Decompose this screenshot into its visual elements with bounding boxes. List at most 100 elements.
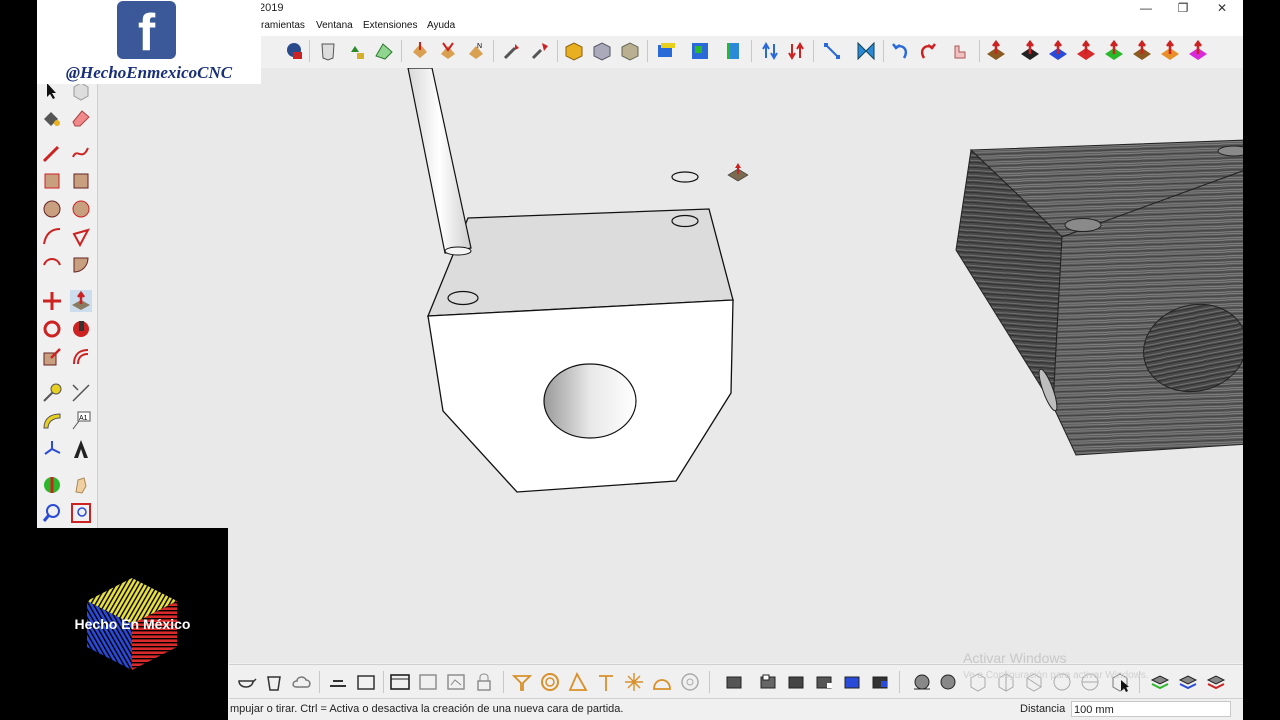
sandbox-icon[interactable] [373, 40, 395, 62]
cube-e-icon[interactable] [841, 671, 863, 693]
camera-b-icon[interactable] [437, 40, 459, 62]
wood-block-model[interactable] [955, 139, 1243, 456]
paint-bucket-icon[interactable] [41, 107, 63, 129]
camera-c-icon[interactable]: N [465, 40, 487, 62]
circle-icon[interactable] [41, 198, 63, 220]
box-yellow-icon[interactable] [563, 40, 585, 62]
close-button[interactable]: ✕ [1203, 0, 1241, 18]
box-gray-icon[interactable] [591, 40, 613, 62]
component-icon[interactable] [283, 40, 305, 62]
toolbar-separator [557, 40, 558, 62]
window3-icon[interactable] [445, 671, 467, 693]
undo-icon[interactable] [889, 40, 911, 62]
axis-blue-icon[interactable] [1047, 40, 1069, 62]
flip-icon[interactable] [855, 40, 877, 62]
rotate-icon[interactable] [41, 318, 63, 340]
camera-a-icon[interactable] [409, 40, 431, 62]
arc3-icon[interactable] [41, 254, 63, 276]
box-shaded-icon[interactable] [619, 40, 641, 62]
push-pull-icon[interactable] [70, 290, 92, 312]
redo-icon[interactable] [917, 40, 939, 62]
eraser-3d-icon[interactable] [317, 40, 339, 62]
brand-text: Hecho En México [74, 616, 191, 632]
measurement-input[interactable]: 100 mm [1071, 701, 1231, 717]
triangle-icon[interactable] [567, 671, 589, 693]
pencil-icon[interactable] [41, 142, 63, 164]
menu-herramientas[interactable]: ramientas [261, 20, 305, 31]
restore-button[interactable]: ❐ [1164, 0, 1202, 18]
pie-icon[interactable] [70, 226, 92, 248]
window-icon[interactable] [389, 671, 411, 693]
cube-d-icon[interactable] [813, 671, 835, 693]
scale-icon[interactable] [821, 40, 843, 62]
hand-icon[interactable] [949, 40, 971, 62]
polygon-icon[interactable] [70, 198, 92, 220]
follow-me-icon[interactable] [70, 318, 92, 340]
move-icon[interactable] [41, 290, 63, 312]
sphere-icon[interactable] [911, 671, 933, 693]
text-icon[interactable]: A1 [70, 410, 92, 432]
axis-green-icon[interactable] [1103, 40, 1125, 62]
offset-icon[interactable] [70, 346, 92, 368]
axis-black-icon[interactable] [1019, 40, 1041, 62]
stack-a-icon[interactable] [1149, 671, 1171, 693]
3d-text-icon[interactable] [70, 438, 92, 460]
funnel-icon[interactable] [511, 671, 533, 693]
cube-b-icon[interactable] [757, 671, 779, 693]
toolbar-separator [813, 40, 814, 62]
lock-icon[interactable] [473, 671, 495, 693]
cube-a-icon[interactable] [723, 671, 745, 693]
floating-circle-guide[interactable] [671, 171, 699, 183]
paint-icon[interactable] [345, 40, 367, 62]
layers-icon[interactable] [327, 671, 349, 693]
table-icon[interactable] [355, 671, 377, 693]
axis-red2-icon[interactable] [1075, 40, 1097, 62]
view-front-icon[interactable] [723, 40, 745, 62]
axis-red-icon[interactable] [985, 40, 1007, 62]
menu-extensiones[interactable]: Extensiones [363, 20, 417, 31]
sparkle-icon[interactable] [623, 671, 645, 693]
view-top-icon[interactable] [689, 40, 711, 62]
menu-ayuda[interactable]: Ayuda [427, 20, 455, 31]
3d-viewport[interactable] [98, 68, 1243, 663]
walk-icon[interactable] [501, 40, 523, 62]
walk-icon[interactable] [70, 474, 92, 496]
axes-icon[interactable] [41, 438, 63, 460]
section-plane-icon[interactable] [41, 474, 63, 496]
look-icon[interactable] [529, 40, 551, 62]
cube-c-icon[interactable] [785, 671, 807, 693]
tape-measure-icon[interactable] [41, 382, 63, 404]
cube-f-icon[interactable] [869, 671, 891, 693]
dimension-icon[interactable] [70, 382, 92, 404]
axis-brown-icon[interactable] [1131, 40, 1153, 62]
minimize-button[interactable]: — [1127, 0, 1165, 18]
shell-icon[interactable] [651, 671, 673, 693]
sphere2-icon[interactable] [937, 671, 959, 693]
protractor-icon[interactable] [41, 410, 63, 432]
rectangle-icon[interactable] [41, 170, 63, 192]
stack-c-icon[interactable] [1205, 671, 1227, 693]
down-arrow-icon[interactable] [785, 40, 807, 62]
rotated-rect-icon[interactable] [70, 170, 92, 192]
pin-icon[interactable] [595, 671, 617, 693]
cloud-icon[interactable] [291, 671, 313, 693]
eraser-icon[interactable] [70, 107, 92, 129]
bucket-icon[interactable] [263, 671, 285, 693]
teapot-icon[interactable] [235, 671, 257, 693]
axis-pink-icon[interactable] [1187, 40, 1209, 62]
menu-ventana[interactable]: Ventana [316, 20, 353, 31]
window2-icon[interactable] [417, 671, 439, 693]
scale-icon[interactable] [41, 346, 63, 368]
gear-icon[interactable] [679, 671, 701, 693]
zoom-icon[interactable] [41, 502, 63, 524]
freehand-icon[interactable] [70, 142, 92, 164]
up-arrow-icon[interactable] [759, 40, 781, 62]
stack-b-icon[interactable] [1177, 671, 1199, 693]
white-block-model[interactable] [407, 68, 734, 493]
axis-orange-icon[interactable] [1159, 40, 1181, 62]
circle-icon[interactable] [539, 671, 561, 693]
zoom-extents-icon[interactable] [70, 502, 92, 524]
arc-icon[interactable] [41, 226, 63, 248]
arc2-icon[interactable] [70, 254, 92, 276]
view-iso-icon[interactable] [655, 40, 677, 62]
